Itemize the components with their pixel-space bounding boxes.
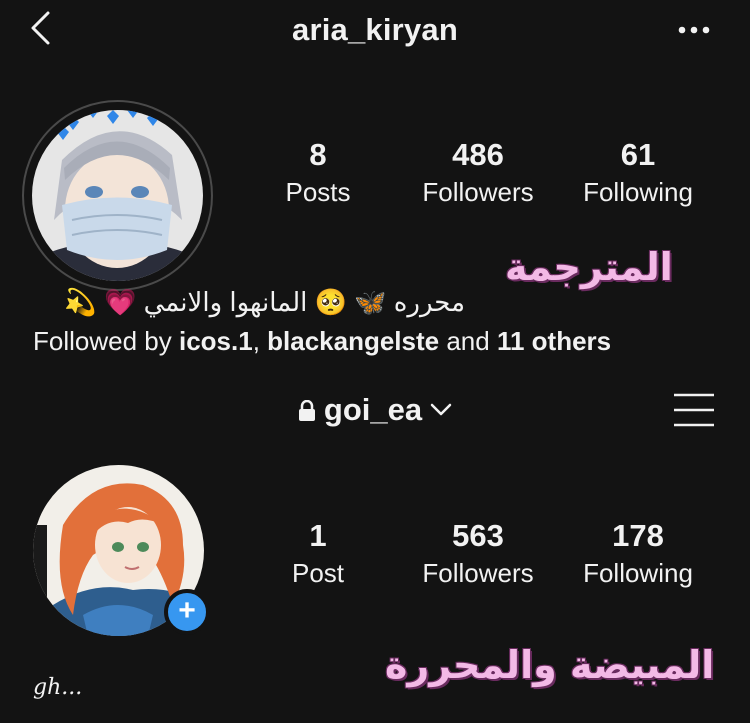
stat-following[interactable]: 178 Following xyxy=(558,518,718,592)
overlay-label-editor: المبيضة والمحررة xyxy=(385,643,715,687)
stat-label: Following xyxy=(583,177,693,207)
profile-bio: محرره 🦋 🥺 المانهوا والانمي 💗 💫 xyxy=(64,287,465,317)
stat-number: 8 xyxy=(309,137,327,172)
stat-following[interactable]: 61 Following xyxy=(558,137,718,211)
lock-icon xyxy=(298,400,315,421)
avatar-aria-kiryan[interactable] xyxy=(32,110,203,281)
hamburger-menu-icon xyxy=(674,393,714,427)
stat-label: Post xyxy=(291,558,345,588)
stat-number: 486 xyxy=(452,137,504,172)
followed-and: and xyxy=(439,326,497,356)
account-switcher[interactable]: goi_ea xyxy=(0,392,750,428)
menu-button[interactable] xyxy=(673,392,715,428)
stat-number: 178 xyxy=(612,518,664,553)
followed-prefix: Followed by xyxy=(33,326,179,356)
followed-by-text[interactable]: Followed by icos.1, blackangelste and 11… xyxy=(33,326,611,357)
stat-posts[interactable]: 8 Posts xyxy=(238,137,398,211)
stat-label: Posts xyxy=(285,177,351,207)
more-options-button[interactable] xyxy=(676,18,716,38)
stat-label: Followers xyxy=(422,177,534,207)
stat-followers[interactable]: 563 Followers xyxy=(398,518,558,592)
chevron-down-icon xyxy=(430,403,452,416)
followed-others-link[interactable]: 11 others xyxy=(497,326,611,356)
stat-number: 1 xyxy=(309,518,327,553)
more-dots-icon xyxy=(678,26,710,34)
stat-number: 563 xyxy=(452,518,504,553)
followed-user-link[interactable]: icos.1 xyxy=(179,326,253,356)
add-story-button[interactable]: + xyxy=(164,589,210,635)
overlay-label-translator: المترجمة xyxy=(505,245,673,289)
stat-posts[interactable]: 1 Post xyxy=(238,518,398,592)
stat-label: Following xyxy=(583,558,693,588)
profile-username-title: aria_kiryan xyxy=(292,12,458,47)
stat-label: Followers xyxy=(422,558,534,588)
profile-bio: gh... xyxy=(33,675,83,700)
followed-user-link[interactable]: blackangelste xyxy=(267,326,439,356)
stat-number: 61 xyxy=(620,137,656,172)
stat-followers[interactable]: 486 Followers xyxy=(398,137,558,211)
account-username: goi_ea xyxy=(323,392,423,427)
followed-separator: , xyxy=(252,326,268,356)
